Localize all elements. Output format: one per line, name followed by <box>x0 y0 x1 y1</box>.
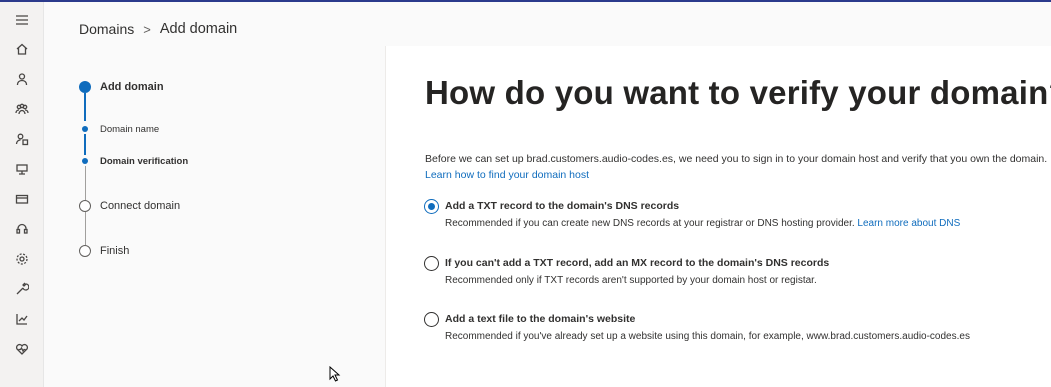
wizard-steps: Add domain Domain name Domain verificati… <box>79 74 379 374</box>
step-add-domain-indicator <box>79 81 91 93</box>
step-domain-verification-label: Domain verification <box>100 156 189 167</box>
intro-text: Before we can set up brad.customers.audi… <box>425 153 1048 165</box>
main-area: Domains > Add domain Add domain Domain n… <box>44 2 1051 387</box>
learn-domain-host-link[interactable]: Learn how to find your domain host <box>425 169 589 181</box>
option-title[interactable]: If you can't add a TXT record, add an MX… <box>445 257 829 269</box>
user-settings-icon[interactable] <box>13 130 31 148</box>
people-icon[interactable] <box>13 100 31 118</box>
option-description-text: Recommended if you can create new DNS re… <box>445 218 855 229</box>
person-icon[interactable] <box>13 70 31 88</box>
option-description: Recommended only if TXT records aren't s… <box>445 275 817 286</box>
reports-icon[interactable] <box>13 310 31 328</box>
option-description: Recommended if you can create new DNS re… <box>445 218 960 229</box>
step-connector <box>84 166 86 200</box>
mouse-pointer-icon <box>329 366 341 382</box>
breadcrumb-current: Add domain <box>159 21 238 37</box>
left-nav-rail <box>0 2 44 387</box>
step-add-domain-label: Add domain <box>100 81 164 93</box>
settings-icon[interactable] <box>13 250 31 268</box>
step-connect-domain-label: Connect domain <box>100 200 181 212</box>
step-finish-indicator <box>79 245 91 257</box>
option-description: Recommended if you've already set up a w… <box>445 331 970 342</box>
radio-mx-record[interactable] <box>424 256 439 271</box>
billing-icon[interactable] <box>13 190 31 208</box>
breadcrumb-separator: > <box>143 21 151 37</box>
step-connector <box>84 212 86 245</box>
home-icon[interactable] <box>13 40 31 58</box>
option-title[interactable]: Add a text file to the domain's website <box>445 313 635 325</box>
step-finish-label: Finish <box>100 245 130 257</box>
support-icon[interactable] <box>13 220 31 238</box>
health-icon[interactable] <box>13 340 31 358</box>
step-connect-domain-indicator <box>79 200 91 212</box>
step-domain-name-label: Domain name <box>100 124 160 135</box>
breadcrumb: Domains > Add domain <box>79 21 237 37</box>
radio-text-file[interactable] <box>424 312 439 327</box>
menu-icon[interactable] <box>13 11 31 29</box>
page-title: How do you want to verify your domain? <box>425 74 1051 111</box>
step-connector <box>84 134 86 155</box>
setup-icon[interactable] <box>13 280 31 298</box>
devices-icon[interactable] <box>13 160 31 178</box>
verification-panel: How do you want to verify your domain? B… <box>386 46 1051 387</box>
radio-txt-record[interactable] <box>424 199 439 214</box>
step-domain-name-indicator <box>82 126 88 132</box>
step-connector <box>84 93 86 121</box>
breadcrumb-domains-link[interactable]: Domains <box>79 21 134 37</box>
step-domain-verification-indicator <box>82 158 88 164</box>
option-title[interactable]: Add a TXT record to the domain's DNS rec… <box>445 200 679 212</box>
learn-more-dns-link[interactable]: Learn more about DNS <box>857 218 960 229</box>
